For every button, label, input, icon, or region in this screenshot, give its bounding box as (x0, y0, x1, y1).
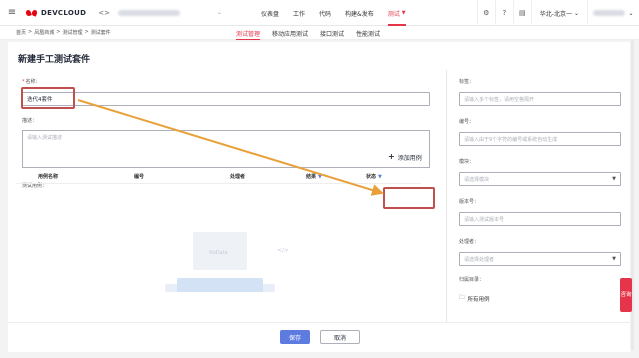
annotation-arrow (77, 99, 384, 196)
arrow-line (77, 99, 384, 196)
